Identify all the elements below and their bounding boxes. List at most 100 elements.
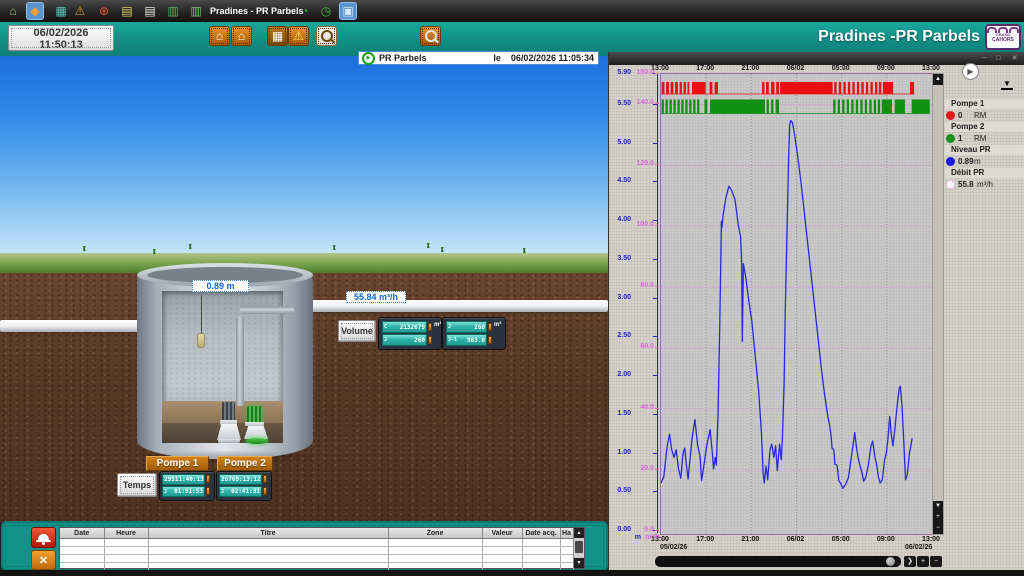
session-icon[interactable]: ◔ [296, 2, 314, 20]
search-button[interactable] [316, 26, 337, 46]
window-title: Pradines - PR Parbels [210, 6, 304, 16]
time-label-top: 13:00 [914, 65, 948, 72]
time-text: 11:50:13 [9, 39, 113, 51]
time-label-top: 09:00 [869, 65, 903, 72]
grass-tuft [520, 248, 529, 253]
flow-tick [655, 286, 659, 287]
alarm-icon[interactable]: ⚠ [71, 2, 89, 20]
plot-hscrollbar[interactable] [655, 556, 901, 567]
site-banner: ▶ PR Parbels le 06/02/2026 11:05:34 [358, 51, 599, 65]
home-icon[interactable]: ⌂ [4, 2, 22, 20]
flow-tick [655, 73, 659, 74]
hscroll-thumb[interactable] [886, 557, 895, 566]
alarm-panel: ✕ DateHeureTitreZoneValeurDate acq.Ha ▲ … [1, 521, 608, 571]
counter-button[interactable] [428, 336, 432, 344]
journal-icon[interactable]: ▥ [164, 2, 182, 20]
counter-button[interactable] [428, 323, 432, 331]
hzoom-in-icon[interactable]: + [917, 556, 929, 567]
scroll-right-icon[interactable]: ❯ [904, 556, 916, 567]
zoom-in-icon[interactable]: + [933, 512, 943, 523]
network-icon[interactable]: ⊕ [95, 2, 113, 20]
refresh-icon[interactable]: ▶ [362, 52, 375, 65]
datetime-display: 06/02/2026 11:50:13 [8, 25, 114, 51]
counter-button[interactable] [263, 487, 267, 495]
level-tick-label: 1.50 [609, 410, 631, 417]
home-button-1[interactable]: ⌂ [209, 26, 230, 46]
time-label-top: 05:00 [824, 65, 858, 72]
legend-item-niveau: Niveau PR 0.89 m [945, 145, 1024, 168]
scheduler-icon[interactable]: ◷ [317, 2, 335, 20]
level-tick-label: 5.50 [609, 100, 631, 107]
station-title: Pradines -PR Parbels [680, 28, 980, 46]
alarm-ack-button[interactable]: ✕ [31, 550, 56, 570]
table-icon[interactable]: ▦ [52, 2, 70, 20]
level-tick-label: 4.00 [609, 216, 631, 223]
level-display: 0.89 m [192, 280, 249, 292]
views-button[interactable]: ▦ [267, 26, 288, 46]
monitor-icon[interactable]: ▣ [339, 2, 357, 20]
volume-counter-panel: C 2132679 m³ J 260 [378, 317, 442, 350]
alarm-table-scrollbar[interactable]: ▲ ▼ [573, 528, 584, 568]
alarm-bell-button[interactable] [31, 527, 56, 548]
counter-button[interactable] [488, 336, 492, 344]
grass-tuft [150, 249, 159, 254]
flow-tick [655, 469, 659, 470]
maximize-button[interactable]: □ [992, 54, 1005, 64]
minimize-button[interactable]: ─ [978, 54, 991, 64]
scroll-down-icon[interactable]: ▼ [933, 501, 943, 512]
banner-le: le [493, 53, 501, 63]
flow-tick-label: 20.0 [633, 465, 654, 472]
hzoom-out-icon[interactable]: − [930, 556, 942, 567]
counter-button[interactable] [488, 323, 492, 331]
zoom-out-icon[interactable]: − [933, 523, 943, 534]
volume-total-unit: m³ [434, 322, 441, 328]
close-button[interactable]: ✕ [1008, 54, 1021, 64]
scroll-up-icon[interactable]: ▲ [574, 528, 584, 538]
report-icon[interactable]: ▤ [118, 2, 136, 20]
flow-tick-label: 140.0 [633, 99, 654, 106]
counter-button[interactable] [206, 475, 210, 483]
plot-vscrollbar[interactable]: ▲ ▼ + − [932, 73, 944, 535]
flow-unit-label: m³/h [639, 534, 660, 541]
home-button-2[interactable]: ⌂ [231, 26, 252, 46]
column-header: Ha [560, 528, 573, 539]
legend-expand-button[interactable]: ▶ [962, 63, 979, 80]
scroll-down-icon[interactable]: ▼ [574, 558, 584, 568]
outlet-pipe [292, 300, 608, 312]
magnifier-icon [425, 30, 437, 42]
time-label-bottom: 13:00 [914, 536, 948, 543]
pump1-header[interactable]: Pompe 1 [146, 456, 209, 471]
scroll-up-icon[interactable]: ▲ [933, 74, 943, 85]
time-label-bottom: 17:00 [688, 536, 722, 543]
legend-item-debit: Débit PR 55.8 m³/h [945, 168, 1024, 191]
time-label-bottom: 05:00 [824, 536, 858, 543]
legend-item-pompe2: Pompe 2 1 RM [945, 122, 1024, 145]
pump2-header[interactable]: Pompe 2 [217, 456, 273, 471]
level-tick [653, 375, 657, 376]
archive-icon[interactable]: ▥ [187, 2, 205, 20]
counter-button[interactable] [206, 487, 210, 495]
level-tick [653, 336, 657, 337]
day-volume-unit: m³ [494, 322, 501, 328]
inlet-pipe [0, 320, 150, 332]
zoom-button[interactable] [420, 26, 441, 46]
time-label-bottom: 21:00 [733, 536, 767, 543]
flow-tick-label: 60.0 [633, 343, 654, 350]
flow-tick-label: 120.0 [633, 160, 654, 167]
scroll-thumb[interactable] [575, 541, 583, 553]
level-tick-label: 2.00 [609, 371, 631, 378]
volume-today: J 260 [382, 334, 427, 346]
level-tick [653, 414, 657, 415]
synoptic-icon[interactable]: ◆ [26, 2, 44, 20]
table-row [60, 539, 573, 547]
trend-plot [660, 73, 933, 535]
temps-button[interactable]: Temps [117, 473, 157, 497]
notes-icon[interactable]: ▤ [141, 2, 159, 20]
alarms-button[interactable]: ⚠ [288, 26, 309, 46]
volume-button[interactable]: Volume [338, 320, 376, 342]
table-row [60, 547, 573, 555]
day-volume: J 260 [446, 321, 487, 333]
level-tick [653, 491, 657, 492]
counter-button[interactable] [263, 475, 267, 483]
legend-filter-icon[interactable]: ▼ [1001, 80, 1013, 90]
